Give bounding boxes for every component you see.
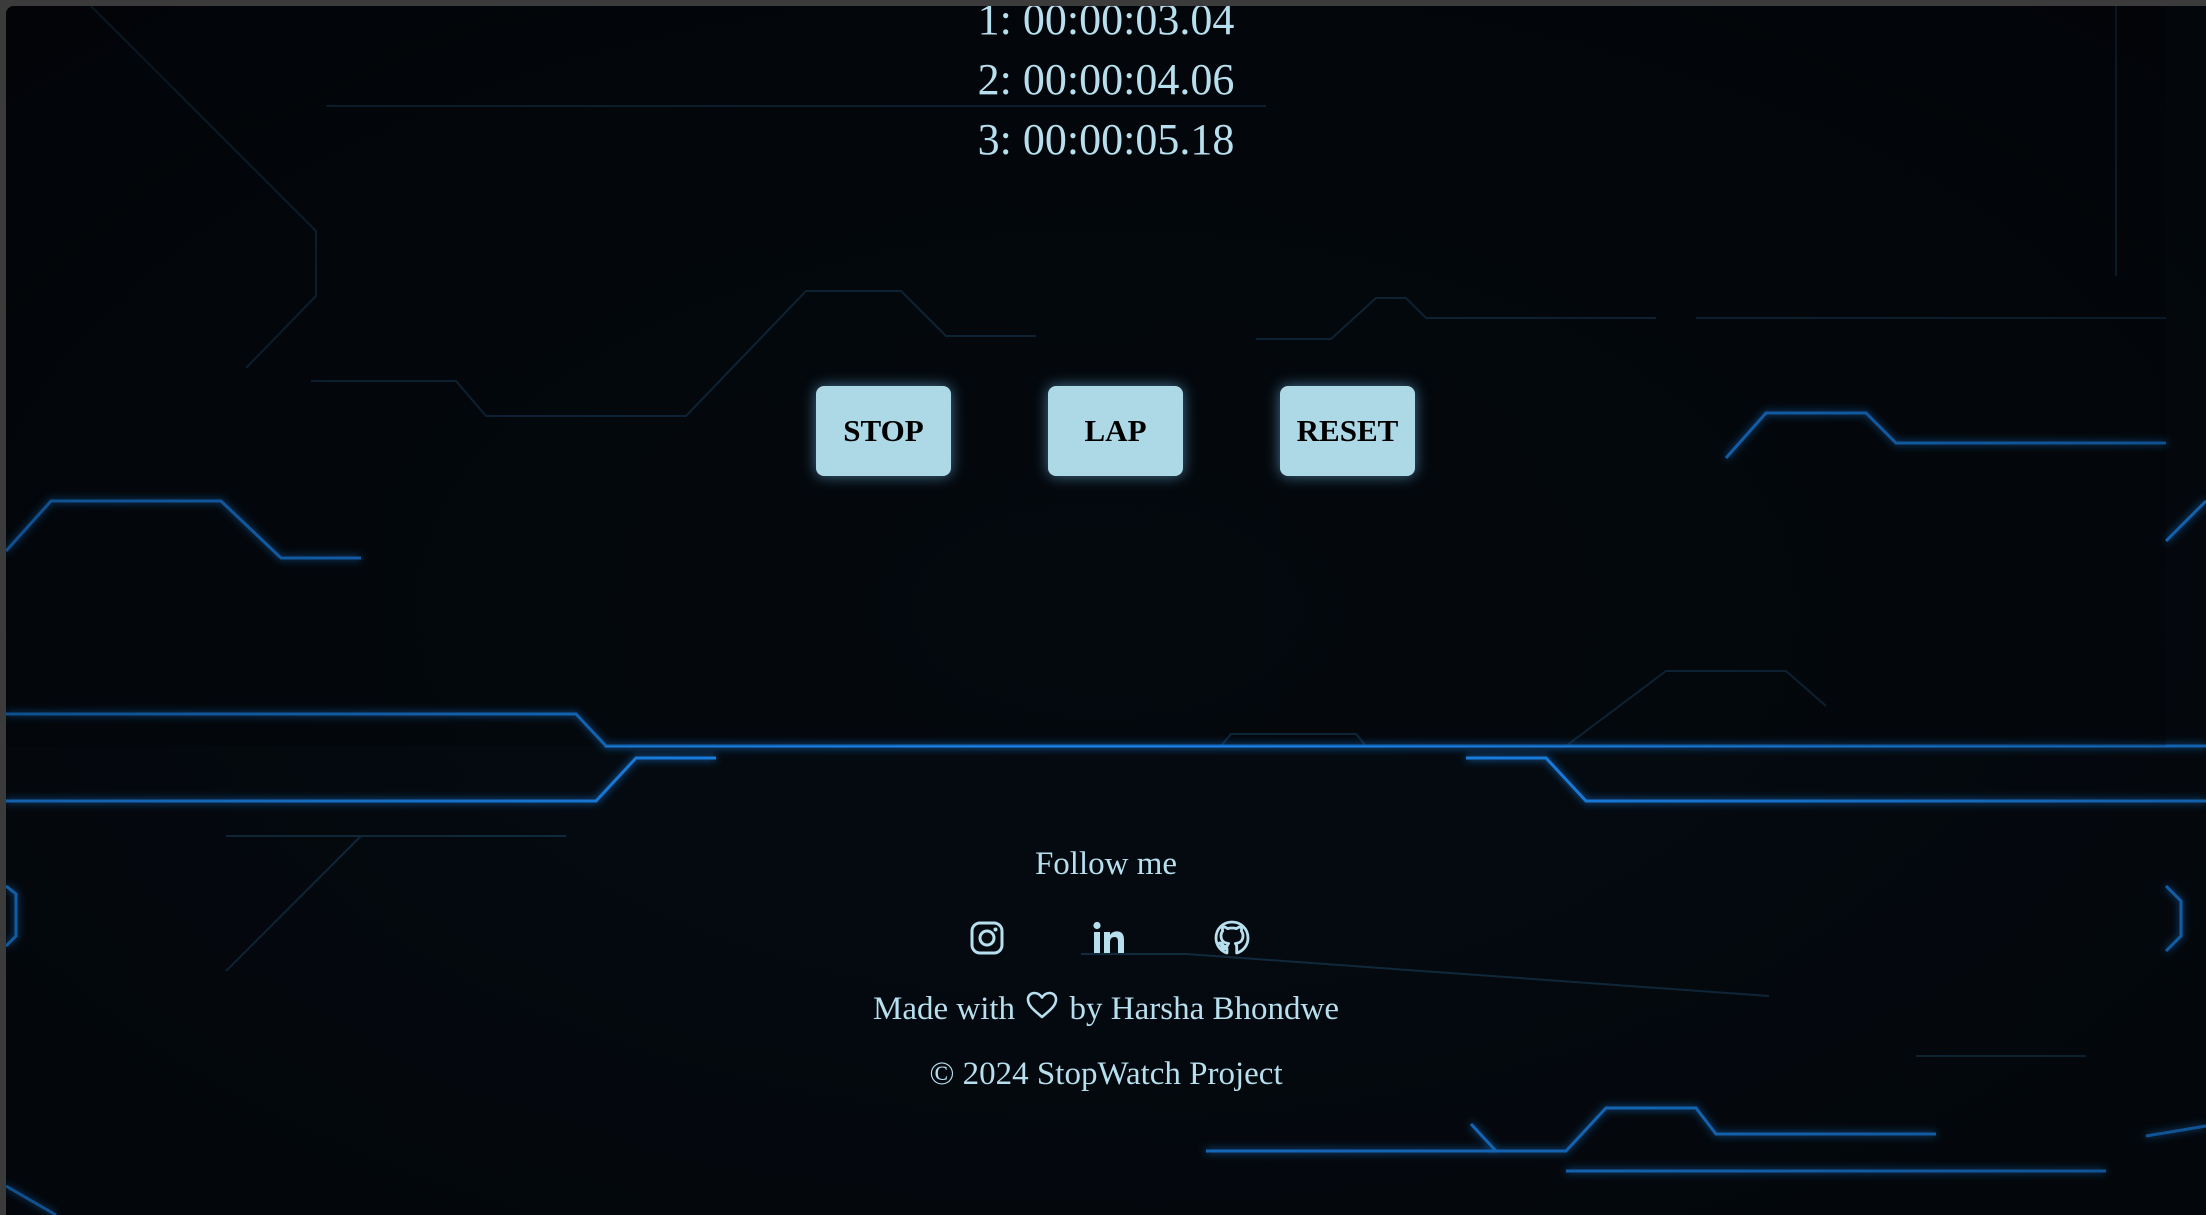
lap-button[interactable]: LAP [1048,386,1183,476]
linkedin-icon [1093,921,1124,953]
made-with-text: Made with [872,990,1016,1027]
made-with-credit: Made with by Harsha Bhondwe [6,989,2206,1029]
page-viewport: 1: 00:00:03.04 2: 00:00:04.06 3: 00:00:0… [6,6,2206,1215]
heart-outline-icon [1025,990,1059,1029]
browser-frame: 1: 00:00:03.04 2: 00:00:04.06 3: 00:00:0… [0,0,2206,1215]
author-text: by Harsha Bhondwe [1069,990,1339,1027]
instagram-link[interactable] [967,918,1007,958]
lap-item: 1: 00:00:03.04 [977,6,1235,44]
instagram-icon [970,921,1004,955]
lap-list: 1: 00:00:03.04 2: 00:00:04.06 3: 00:00:0… [6,6,2206,170]
lap-item: 2: 00:00:04.06 [977,55,1235,104]
github-icon [1214,920,1250,955]
social-links [6,918,2206,958]
lap-item: 3: 00:00:05.18 [977,115,1235,164]
follow-me-label: Follow me [1034,846,1178,882]
github-link[interactable] [1212,918,1252,958]
stop-button[interactable]: STOP [816,386,951,476]
copyright-text: © 2024 StopWatch Project [929,1056,1283,1092]
reset-button[interactable]: RESET [1280,386,1415,476]
linkedin-link[interactable] [1089,918,1129,958]
circuit-background [6,6,2206,1215]
